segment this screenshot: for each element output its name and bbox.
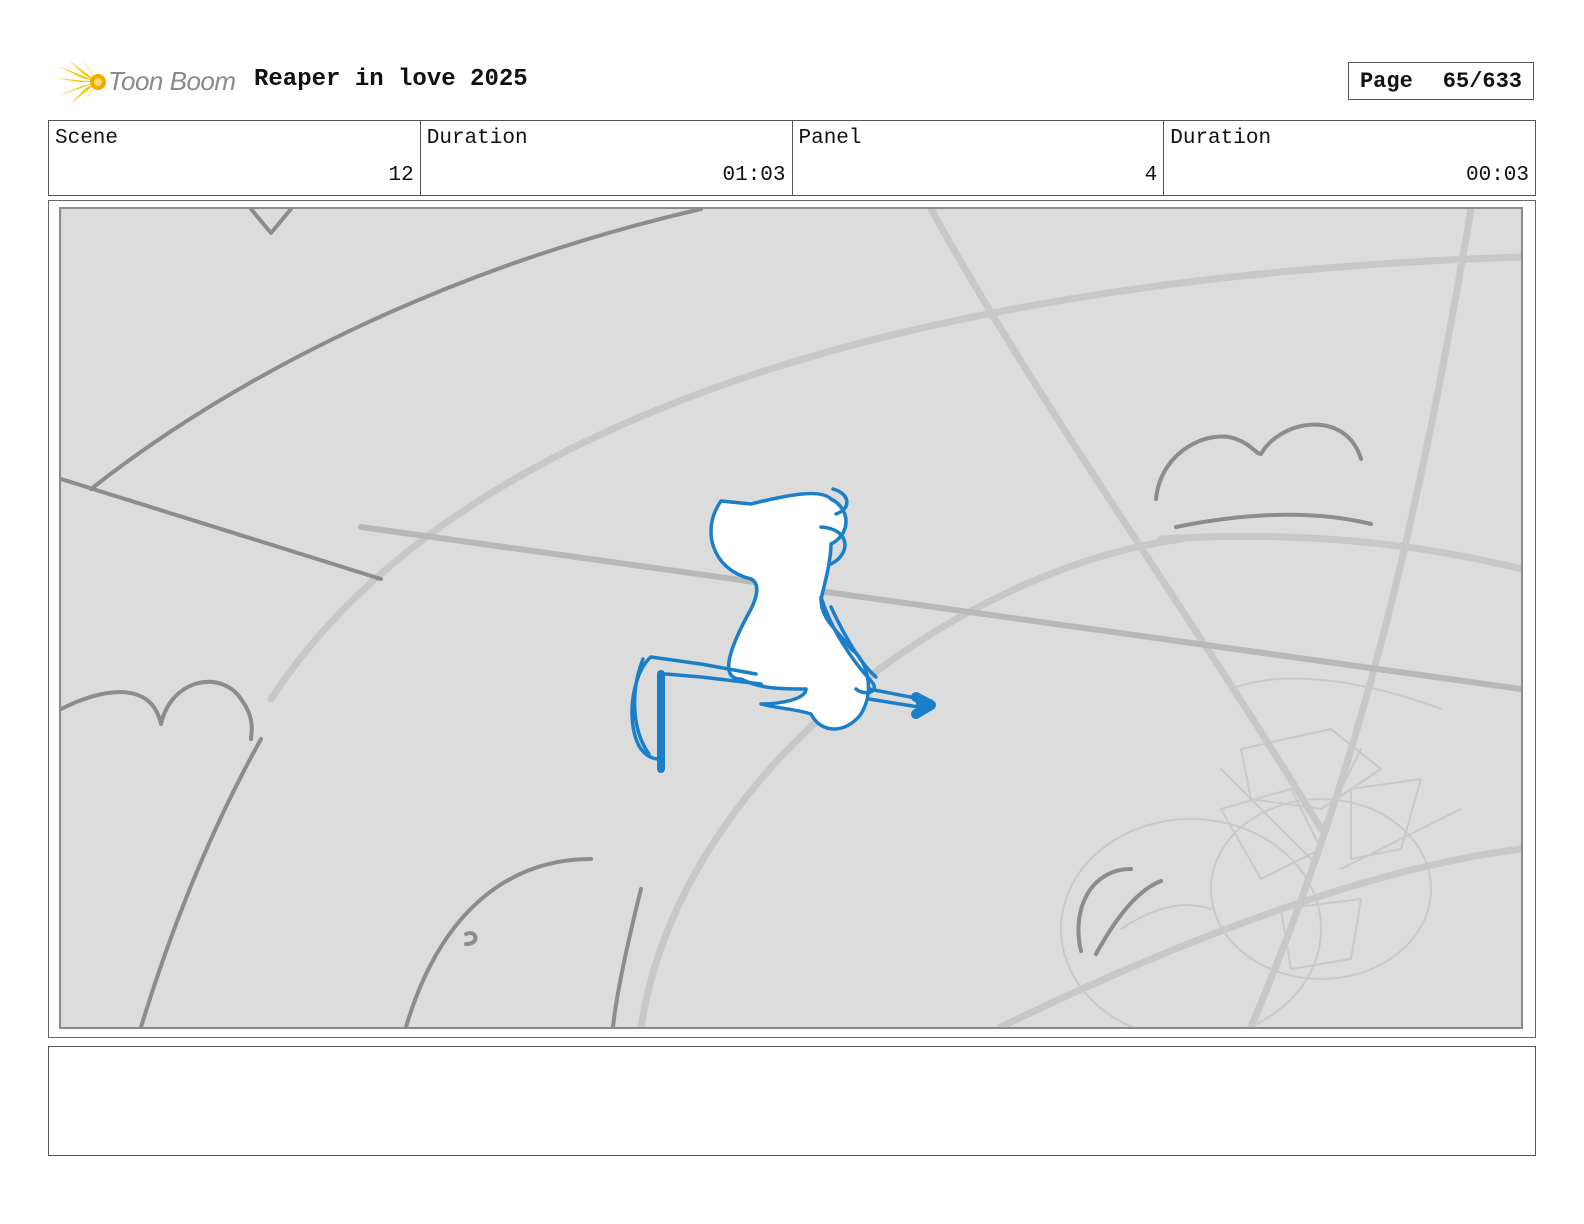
page-label: Page	[1359, 68, 1413, 94]
panel-duration-value: 00:03	[1465, 164, 1529, 187]
panel-cell: Panel 4	[793, 121, 1165, 195]
panel-sketch	[61, 209, 1521, 1027]
storyboard-panel-frame	[48, 200, 1536, 1038]
panel-duration-label: Duration	[1170, 127, 1272, 150]
scene-duration-value: 01:03	[722, 164, 786, 187]
character-sketch	[630, 487, 936, 773]
panel-duration-cell: Duration 00:03	[1164, 121, 1535, 195]
scene-cell: Scene 12	[49, 121, 421, 195]
page-value: 65/633	[1442, 68, 1523, 94]
scene-value: 12	[388, 164, 414, 187]
panel-label: Panel	[798, 127, 862, 150]
scene-duration-cell: Duration 01:03	[421, 121, 793, 195]
toon-boom-logo: Toon Boom	[52, 56, 242, 108]
scene-info-table: Scene 12 Duration 01:03 Panel 4 Duration…	[48, 120, 1536, 196]
background-grid-lines	[267, 209, 1521, 1027]
panel-value: 4	[1144, 164, 1158, 187]
starburst-icon	[54, 58, 106, 106]
panel-notes-box	[48, 1046, 1536, 1156]
page-indicator: Page 65/633	[1348, 62, 1534, 100]
scene-label: Scene	[55, 127, 119, 150]
storyboard-header: Toon Boom Reaper in love 2025 Page 65/63…	[48, 54, 1534, 110]
project-title: Reaper in love 2025	[254, 66, 528, 93]
storyboard-panel-image	[59, 207, 1523, 1029]
scene-duration-label: Duration	[426, 127, 528, 150]
logo-wordmark: Toon Boom	[108, 66, 236, 96]
